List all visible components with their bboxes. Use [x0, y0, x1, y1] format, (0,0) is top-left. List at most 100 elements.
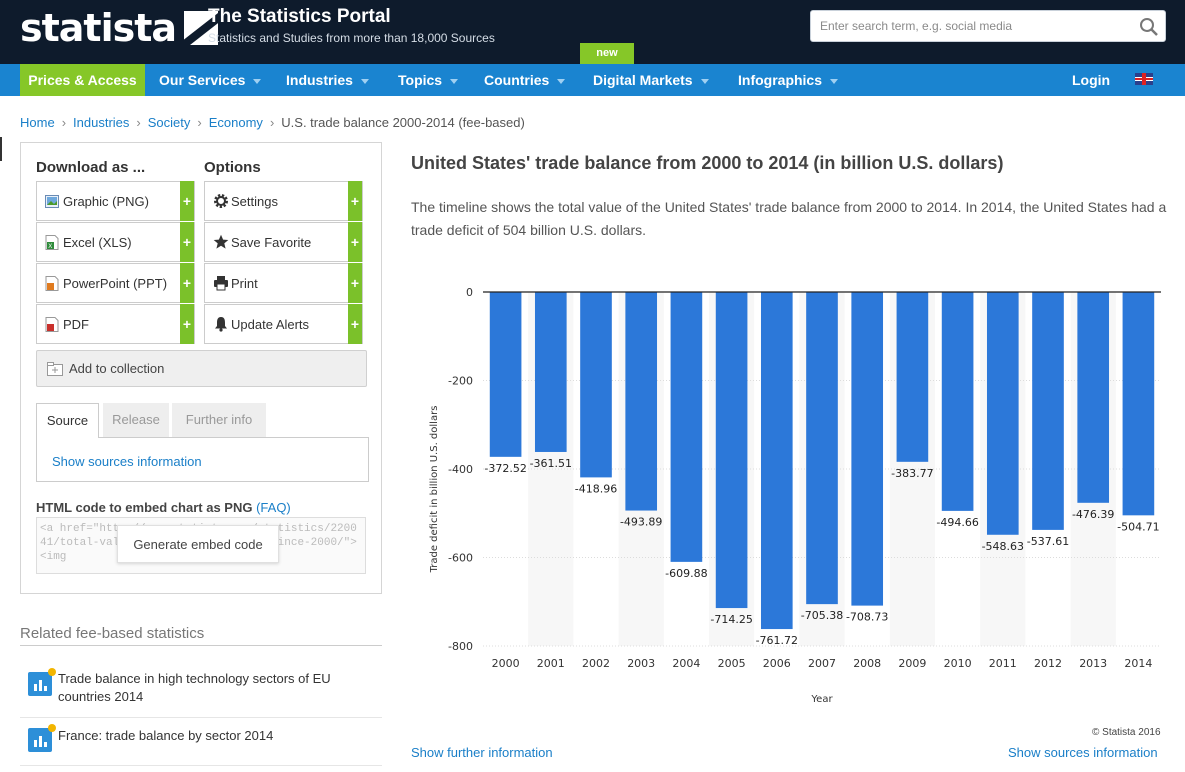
portal-title: The Statistics Portal [208, 6, 391, 27]
add-to-collection-button[interactable]: Add to collection [36, 350, 367, 387]
bar [941, 292, 974, 511]
bar [534, 292, 567, 452]
plus-icon[interactable]: + [180, 263, 194, 303]
bar [580, 292, 612, 478]
search-input[interactable] [811, 11, 1121, 41]
caret-down-icon [450, 78, 459, 84]
image-file-icon [45, 195, 59, 208]
printer-icon [214, 276, 228, 291]
tab-source[interactable]: Source [36, 403, 99, 438]
show-sources-link[interactable]: Show sources information [52, 454, 202, 469]
uk-flag-icon[interactable] [1135, 73, 1153, 85]
x-tick-label: 2014 [1124, 657, 1152, 670]
logo-text: statista [20, 6, 177, 50]
plus-icon[interactable]: + [180, 181, 194, 221]
generate-embed-button[interactable]: Generate embed code [117, 525, 279, 563]
tab-content: Show sources information [36, 437, 369, 482]
trade-balance-chart: 0 -200 -400 -600 -800 -372.52 2000 -361.51 2001 -… [429, 286, 1161, 705]
data-label: -383.77 [891, 467, 933, 480]
plus-icon[interactable]: + [180, 304, 194, 344]
breadcrumb-economy[interactable]: Economy [209, 115, 263, 130]
site-header: statista The Statistics Portal Statistic… [0, 0, 1185, 64]
related-title: Related fee-based statistics [20, 625, 205, 642]
svg-text:X: X [48, 244, 52, 250]
nav-label: Industries [286, 72, 353, 88]
nav-label: Infographics [738, 72, 823, 88]
related-item[interactable]: France: trade balance by sector 2014 [20, 718, 382, 766]
nav-our-services[interactable]: Our Services [159, 64, 262, 96]
breadcrumb-home[interactable]: Home [20, 115, 55, 130]
bar [806, 292, 838, 605]
data-label: -708.73 [846, 611, 888, 624]
breadcrumb-society[interactable]: Society [148, 115, 191, 130]
x-tick-label: 2005 [718, 657, 746, 670]
search-icon[interactable] [1139, 17, 1159, 37]
download-pdf-button[interactable]: PDF + [36, 304, 195, 344]
button-label: Excel (XLS) [63, 235, 132, 250]
plus-icon[interactable]: + [348, 304, 362, 344]
x-axis-title: Year [810, 694, 833, 705]
x-tick-label: 2001 [537, 657, 565, 670]
page-description: The timeline shows the total value of th… [411, 199, 1167, 238]
breadcrumb-industries[interactable]: Industries [73, 115, 129, 130]
nav-infographics[interactable]: Infographics [738, 64, 839, 96]
nav-label: Topics [398, 72, 443, 88]
update-alerts-button[interactable]: Update Alerts + [204, 304, 363, 344]
caret-down-icon [830, 78, 839, 84]
bar-chart-icon [28, 668, 56, 696]
settings-button[interactable]: Settings + [204, 181, 363, 221]
button-label: PowerPoint (PPT) [63, 276, 168, 291]
download-ppt-button[interactable]: PowerPoint (PPT) + [36, 263, 195, 303]
nav-label: Prices & Access [28, 72, 137, 88]
bar [986, 292, 1019, 535]
data-label: -494.66 [936, 516, 978, 529]
save-favorite-button[interactable]: Save Favorite + [204, 222, 363, 262]
nav-industries[interactable]: Industries [286, 64, 369, 96]
search-box [810, 10, 1166, 42]
bar [760, 292, 793, 630]
caret-down-icon [557, 78, 566, 84]
y-tick-label: -400 [448, 463, 473, 476]
nav-label: Digital Markets [593, 72, 693, 88]
x-tick-label: 2012 [1034, 657, 1062, 670]
nav-topics[interactable]: Topics [398, 64, 459, 96]
plus-icon[interactable]: + [180, 222, 194, 262]
y-tick-label: 0 [466, 286, 473, 299]
show-sources-link-bottom[interactable]: Show sources information [1008, 745, 1158, 760]
bar [896, 292, 929, 462]
bell-icon [215, 317, 227, 332]
plus-icon[interactable]: + [348, 181, 362, 221]
new-badge: new [580, 43, 634, 64]
chevron-right-icon: › [136, 115, 141, 130]
nav-label: Countries [484, 72, 550, 88]
bar [1122, 292, 1155, 516]
nav-label: Our Services [159, 72, 246, 88]
nav-digital-markets[interactable]: Digital Markets [593, 64, 709, 96]
plus-icon[interactable]: + [348, 263, 362, 303]
caret-down-icon [700, 78, 709, 84]
download-xls-button[interactable]: X Excel (XLS) + [36, 222, 195, 262]
statista-logo[interactable]: statista [20, 6, 219, 50]
tab-release[interactable]: Release [103, 403, 169, 437]
related-item-text[interactable]: France: trade balance by sector 2014 [58, 727, 358, 745]
data-label: -714.25 [710, 613, 752, 626]
data-label: -537.61 [1027, 535, 1069, 548]
show-further-info-link[interactable]: Show further information [411, 745, 553, 760]
related-item-text[interactable]: Trade balance in high technology sectors… [58, 670, 358, 706]
add-collection-label: Add to collection [69, 361, 165, 376]
download-png-button[interactable]: Graphic (PNG) + [36, 181, 195, 221]
nav-prices-access[interactable]: Prices & Access [20, 64, 145, 96]
x-tick-label: 2010 [944, 657, 972, 670]
nav-countries[interactable]: Countries [484, 64, 566, 96]
x-tick-label: 2003 [627, 657, 655, 670]
faq-link[interactable]: (FAQ) [256, 500, 291, 515]
plus-icon[interactable]: + [348, 222, 362, 262]
button-label: Graphic (PNG) [63, 194, 149, 209]
login-link[interactable]: Login [1072, 64, 1110, 96]
data-label: -476.39 [1072, 508, 1114, 521]
tab-further-info[interactable]: Further info [172, 403, 266, 437]
x-tick-label: 2004 [672, 657, 700, 670]
print-button[interactable]: Print + [204, 263, 363, 303]
data-label: -548.63 [982, 540, 1024, 553]
related-item[interactable]: Trade balance in high technology sectors… [20, 660, 382, 718]
